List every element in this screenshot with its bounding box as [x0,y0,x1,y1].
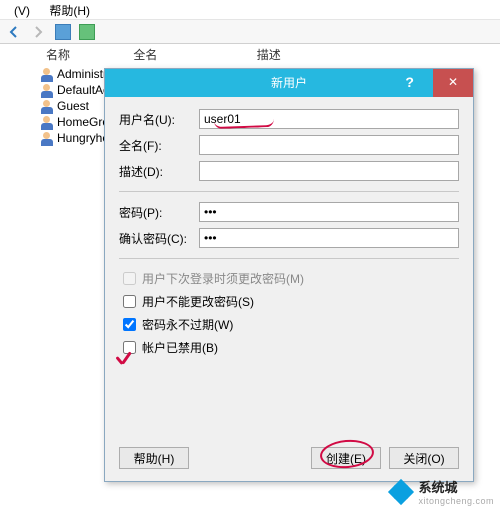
column-headers: 名称 全名 描述 [40,46,500,66]
dialog-title: 新用户 [271,69,307,97]
menu-view[interactable]: (V) [6,4,38,18]
user-icon [40,100,54,114]
user-icon [40,68,54,82]
new-user-dialog: 新用户 ? ✕ 用户名(U): 全名(F): 描述(D): 密码(P): 确认密… [104,68,474,482]
toolbar [0,20,500,44]
user-icon [40,132,54,146]
dialog-close-button[interactable]: ✕ [433,69,473,97]
checkbox-input[interactable] [123,318,136,331]
watermark-logo-icon [390,481,412,503]
user-icon [40,84,54,98]
confirm-password-label: 确认密码(C): [119,230,199,247]
dialog-titlebar[interactable]: 新用户 ? ✕ [105,69,473,97]
separator [119,191,459,192]
list-item[interactable]: Guest [40,98,109,114]
checkbox-must-change: 用户下次登录时须更改密码(M) [119,269,459,288]
col-name[interactable]: 名称 [40,46,130,63]
checkbox-account-disabled[interactable]: 帐户已禁用(B) [119,338,459,357]
annotation-checkmark [116,352,134,366]
fullname-input[interactable] [199,135,459,155]
list-item[interactable]: DefaultAc [40,82,109,98]
checkbox-never-expires[interactable]: 密码永不过期(W) [119,315,459,334]
col-description[interactable]: 描述 [257,46,377,63]
checkbox-input[interactable] [123,295,136,308]
username-label: 用户名(U): [119,111,199,128]
checkbox-cannot-change[interactable]: 用户不能更改密码(S) [119,292,459,311]
refresh-icon[interactable] [79,24,95,40]
description-input[interactable] [199,161,459,181]
forward-icon [30,24,46,40]
properties-icon[interactable] [55,24,71,40]
watermark-url: xitongcheng.com [418,496,494,506]
checkbox-input [123,272,136,285]
fullname-label: 全名(F): [119,137,199,154]
watermark-brand: 系统城 [418,480,457,495]
list-item[interactable]: Hungryhe [40,130,109,146]
menu-help[interactable]: 帮助(H) [41,2,98,19]
list-item[interactable]: Administr [40,66,109,82]
col-fullname[interactable]: 全名 [133,46,253,63]
password-input[interactable] [199,202,459,222]
help-button[interactable]: 帮助(H) [119,447,189,469]
annotation-underline [214,117,274,129]
watermark: 系统城 xitongcheng.com [390,477,494,506]
separator [119,258,459,259]
confirm-password-input[interactable] [199,228,459,248]
back-icon[interactable] [6,24,22,40]
close-button[interactable]: 关闭(O) [389,447,459,469]
menu-bar: (V) 帮助(H) [0,0,500,20]
list-item[interactable]: HomeGro [40,114,109,130]
user-list: Administr DefaultAc Guest HomeGro Hungry… [40,66,109,146]
password-label: 密码(P): [119,204,199,221]
dialog-help-button[interactable]: ? [390,69,430,97]
user-icon [40,116,54,130]
description-label: 描述(D): [119,163,199,180]
